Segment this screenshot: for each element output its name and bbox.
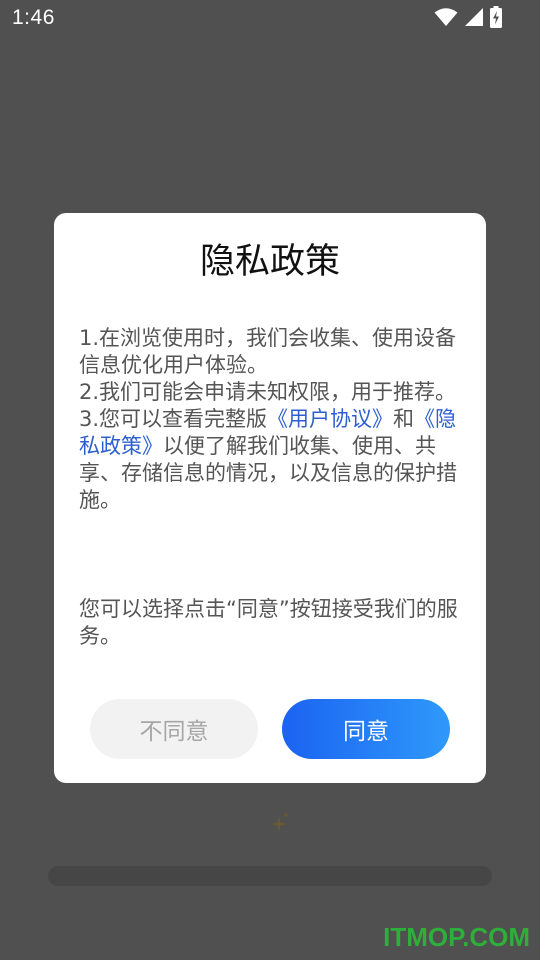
status-bar: 1:46 (0, 0, 540, 40)
status-icons (434, 6, 502, 28)
dialog-title: 隐私政策 (199, 242, 340, 282)
cellular-signal-icon (464, 7, 484, 27)
agree-button[interactable]: 同意 (282, 699, 450, 759)
status-time: 1:46 (12, 6, 55, 29)
consent-text: 您可以选择点击“同意”按钮接受我们的服务。 (79, 597, 458, 648)
policy-point-2: 2.我们可能会申请未知权限，用于推荐。 (79, 380, 457, 404)
sparkle-icon (271, 812, 291, 838)
battery-charging-icon (490, 6, 502, 28)
policy-point-3-and: 和 (393, 407, 415, 431)
decline-button[interactable]: 不同意 (90, 699, 258, 759)
policy-point-3: 3.您可以查看完整版《用户协议》和《隐私政策》以便了解我们收集、使用、共享、存储… (79, 406, 469, 514)
decline-button-label: 不同意 (139, 719, 209, 745)
agree-button-label: 同意 (343, 719, 389, 745)
watermark: ITMOP.COM (383, 922, 530, 952)
policy-point-1: 1.在浏览使用时，我们会收集、使用设备信息优化用户体验。 (79, 326, 457, 377)
policy-point-3-prefix: 3.您可以查看完整版 (79, 407, 268, 431)
user-agreement-link[interactable]: 《用户协议》 (267, 407, 393, 431)
dialog-body: 1.在浏览使用时，我们会收集、使用设备信息优化用户体验。 2.我们可能会申请未知… (79, 325, 469, 514)
loading-progress-track (48, 866, 492, 886)
wifi-icon (434, 7, 458, 27)
